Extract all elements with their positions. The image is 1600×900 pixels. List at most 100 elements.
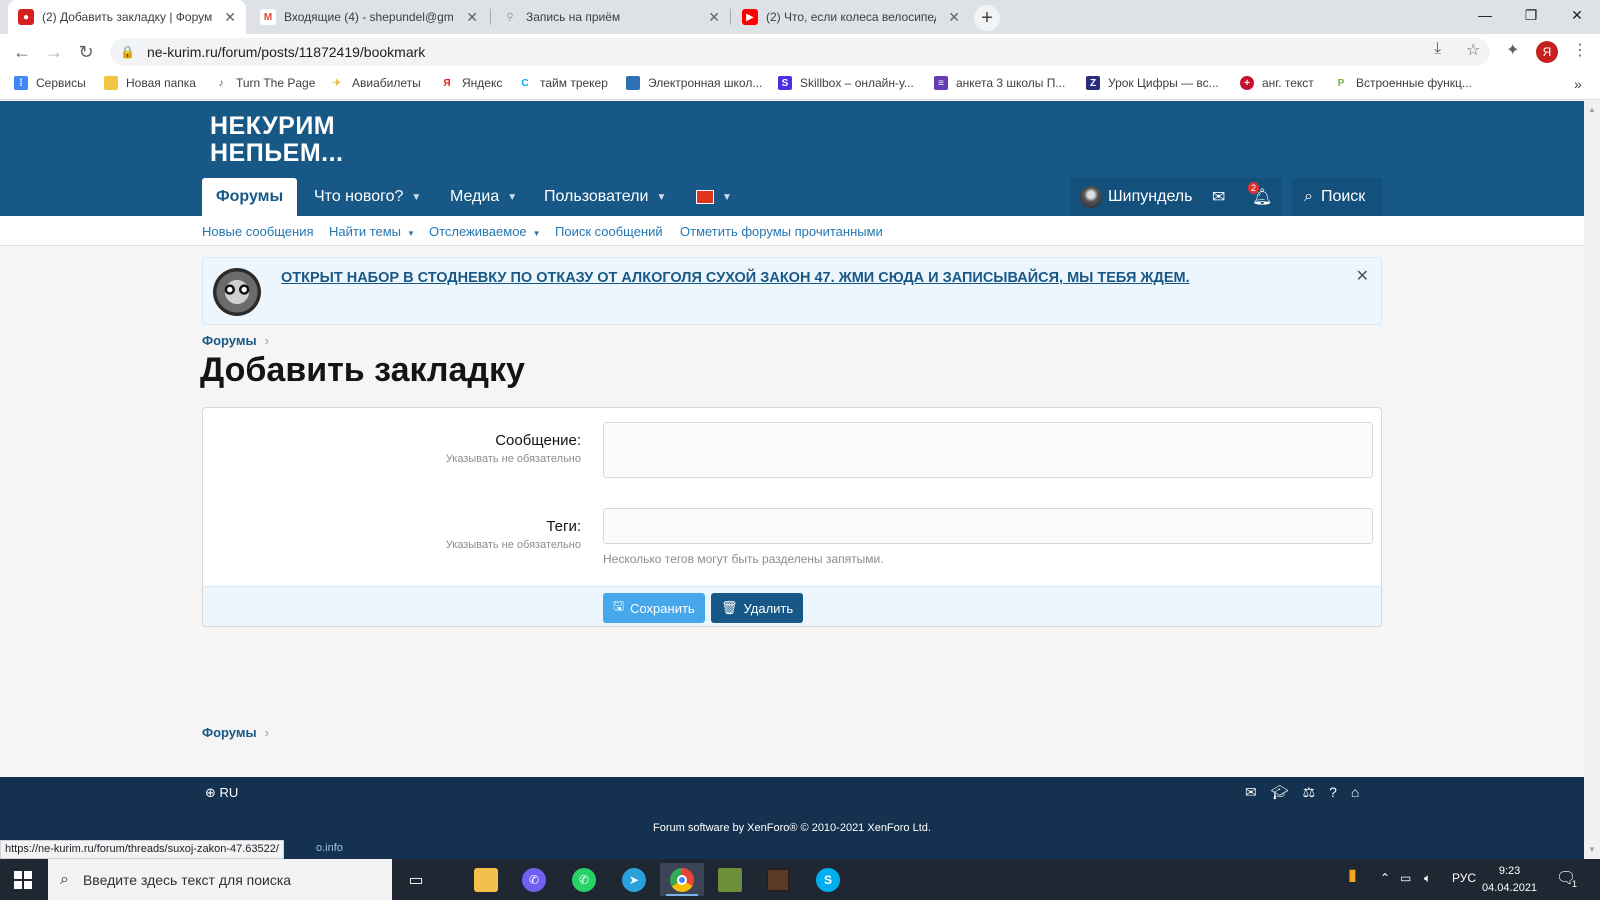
close-tab-icon[interactable]: ✕ [708, 9, 720, 26]
viber-icon[interactable]: ✆ [512, 863, 556, 896]
subnav-new-posts[interactable]: Новые сообщения [202, 224, 314, 239]
browser-tab-gmail[interactable]: M Входящие (4) - shepundel@gma ✕ [250, 0, 488, 34]
subnav-find-threads[interactable]: Найти темы ▼ [329, 224, 415, 239]
message-textarea[interactable] [603, 422, 1373, 478]
tags-input[interactable] [603, 508, 1373, 544]
forward-arrow-icon[interactable]: → [40, 40, 68, 64]
home-icon[interactable]: ⌂ [1351, 784, 1359, 801]
extensions-puzzle-icon[interactable]: ✦ [1506, 40, 1519, 60]
bookmark-eng-text[interactable]: + анг. текст [1240, 76, 1314, 90]
page-scrollbar[interactable]: ▲ ▼ [1584, 101, 1600, 859]
windows-start-icon[interactable] [14, 871, 32, 889]
tray-chevron-up-icon[interactable]: ⌃ [1380, 871, 1390, 885]
scroll-up-icon[interactable]: ▲ [1588, 105, 1596, 114]
breadcrumb-link[interactable]: Форумы [202, 333, 257, 348]
bookmark-new-folder[interactable]: Новая папка [104, 76, 196, 90]
subnav-mark-read[interactable]: Отметить форумы прочитанными [680, 224, 883, 239]
volume-icon[interactable]: 🔈︎ [1424, 871, 1431, 886]
help-question-icon[interactable]: ? [1329, 784, 1337, 801]
nav-tab-whats-new[interactable]: Что нового? ▼ [300, 178, 435, 216]
file-explorer-icon[interactable] [464, 863, 508, 896]
nav-label: Медиа [450, 188, 500, 205]
reload-icon[interactable]: ↻ [72, 40, 100, 64]
back-arrow-icon[interactable]: ← [8, 40, 36, 64]
close-tab-icon[interactable]: ✕ [224, 9, 236, 26]
install-app-icon[interactable]: ⤓ [1434, 40, 1441, 58]
chevron-down-icon[interactable]: ▼ [411, 192, 421, 203]
bookmark-e-school[interactable]: Электронная школ... [626, 76, 762, 90]
bookmark-services[interactable]: ⁞ Сервисы [14, 76, 86, 90]
new-tab-button[interactable]: + [974, 5, 1000, 31]
save-button[interactable]: 🖫︎ Сохранить [603, 593, 705, 623]
browser-menu-icon[interactable]: ⋮ [1572, 40, 1588, 60]
nav-tab-users[interactable]: Пользователи ▼ [530, 178, 680, 216]
tab-title: Запись на приём [526, 10, 621, 24]
bookmark-label: Яндекс [462, 76, 503, 90]
taskbar-search-box[interactable]: ⌕ Введите здесь текст для поиска [48, 859, 392, 900]
battery-icon[interactable]: ▭ [1400, 871, 1411, 885]
bookmark-yandex[interactable]: Я Яндекс [440, 76, 502, 90]
browser-tab-youtube[interactable]: ▶ (2) Что, если колеса велосипед ✕ [732, 0, 970, 34]
bookmark-urok-cifry[interactable]: Z Урок Цифры — вс... [1086, 76, 1219, 90]
user-account-link[interactable]: Шипундель [1070, 186, 1192, 208]
nav-tab-forums[interactable]: Форумы [202, 178, 298, 216]
site-logo[interactable]: НЕКУРИМ НЕПЬЕМ... [210, 113, 344, 167]
bookmark-skillbox[interactable]: S Skillbox – онлайн-у... [778, 76, 914, 90]
telegram-icon[interactable]: ➤ [612, 863, 656, 896]
footer-fragment-link[interactable]: o.info [316, 842, 343, 854]
task-view-icon[interactable]: ▭ [394, 863, 438, 896]
telegram-logo-icon: ➤ [622, 867, 646, 892]
minimize-window-icon[interactable]: — [1462, 0, 1508, 30]
keyboard-language[interactable]: РУС [1452, 871, 1476, 885]
bookmark-label: анг. текст [1262, 76, 1314, 90]
search-button[interactable]: ⌕ Поиск [1292, 178, 1382, 216]
bookmark-turn-the-page[interactable]: ♪ Turn The Page [214, 76, 316, 90]
bookmark-anketa[interactable]: ≡ анкета 3 школы П... [934, 76, 1065, 90]
profile-avatar[interactable]: Я [1536, 41, 1558, 63]
bookmark-star-icon[interactable]: ☆ [1466, 40, 1480, 60]
close-tab-icon[interactable]: ✕ [466, 9, 478, 26]
close-window-icon[interactable]: ✕ [1554, 0, 1600, 30]
chevron-down-icon[interactable]: ▼ [507, 192, 517, 203]
nav-tab-flag[interactable]: ▼ [682, 178, 746, 216]
announcement-notice: ОТКРЫТ НАБОР В СТОДНЕВКУ ПО ОТКАЗУ ОТ АЛ… [202, 257, 1382, 325]
subnav-search-posts[interactable]: Поиск сообщений [555, 224, 663, 239]
minecraft-launcher-icon[interactable] [756, 863, 800, 896]
tab-title: (2) Добавить закладку | Форум [42, 10, 212, 24]
bookmark-functions[interactable]: P Встроенные функц... [1334, 76, 1472, 90]
close-icon[interactable]: ✕ [1356, 266, 1369, 286]
language-chooser[interactable]: ⊕ RU [205, 785, 238, 801]
address-bar[interactable]: 🔒 ne-kurim.ru/forum/posts/11872419/bookm… [110, 38, 1490, 66]
whatsapp-icon[interactable]: ✆ [562, 863, 606, 896]
chevron-down-icon[interactable]: ▼ [656, 192, 666, 203]
skype-icon[interactable]: S [806, 863, 850, 896]
close-tab-icon[interactable]: ✕ [948, 9, 960, 26]
more-bookmarks-icon[interactable]: » [1574, 76, 1582, 92]
chrome-icon[interactable] [660, 863, 704, 896]
chevron-down-icon[interactable]: ▼ [722, 192, 732, 203]
subnav-watched[interactable]: Отслеживаемое ▼ [429, 224, 541, 239]
notification-app-icon[interactable]: ▮ [1348, 865, 1357, 885]
minecraft-icon[interactable] [708, 863, 752, 896]
whatsapp-logo-icon: ✆ [572, 867, 596, 892]
graduation-cap-icon[interactable]: 🎓︎ [1271, 784, 1289, 801]
taskbar-clock[interactable]: 9:23 04.04.2021 [1482, 863, 1537, 897]
browser-tab-forum[interactable]: ● (2) Добавить закладку | Форум ✕ [8, 0, 246, 34]
bookmark-aviabilety[interactable]: ✈ Авиабилеты [330, 76, 421, 90]
notification-count: 1 [1572, 879, 1578, 889]
scroll-down-icon[interactable]: ▼ [1588, 845, 1596, 854]
restore-window-icon[interactable]: ❐ [1508, 0, 1554, 30]
bookmark-label: тайм трекер [540, 76, 608, 90]
nav-tab-media[interactable]: Медиа ▼ [436, 178, 531, 216]
scales-icon[interactable]: ⚖ [1303, 784, 1316, 801]
bookmark-time-tracker[interactable]: Cтайм трекер [518, 76, 608, 90]
plane-icon: ✈ [332, 77, 342, 89]
status-bar-url: https://ne-kurim.ru/forum/threads/suxoj-… [0, 840, 284, 859]
notice-link[interactable]: ОТКРЫТ НАБОР В СТОДНЕВКУ ПО ОТКАЗУ ОТ АЛ… [281, 270, 1190, 286]
breadcrumb-link[interactable]: Форумы [202, 725, 257, 740]
contact-mail-icon[interactable]: ✉ [1245, 784, 1257, 801]
launcher-block-icon [766, 867, 790, 892]
delete-button[interactable]: 🗑︎ Удалить [711, 593, 804, 623]
browser-tab-appointment[interactable]: ⚲ Запись на приём ✕ [492, 0, 730, 34]
mail-icon[interactable]: ✉ [1212, 187, 1225, 207]
